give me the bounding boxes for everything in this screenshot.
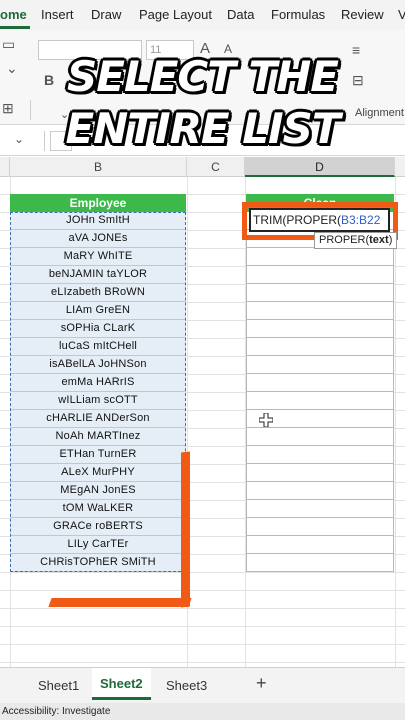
employee-cell[interactable]: beNJAMIN taYLOR: [10, 266, 186, 284]
clean-cell[interactable]: [246, 284, 394, 302]
employee-cell[interactable]: sOPHia CLarK: [10, 320, 186, 338]
sheet-tab-3[interactable]: Sheet3: [166, 678, 207, 693]
clean-cell[interactable]: [246, 554, 394, 572]
employee-cell[interactable]: CHRisTOPhER SMiTH: [10, 554, 186, 572]
tab-review[interactable]: Review: [341, 7, 384, 22]
paste-icon[interactable]: ▭: [2, 36, 15, 53]
tab-view[interactable]: V: [398, 7, 405, 22]
active-tab-indicator: [0, 26, 30, 29]
employee-cell[interactable]: aVA JONEs: [10, 230, 186, 248]
tooltip-function: PROPER(: [319, 234, 370, 246]
clean-cell[interactable]: [246, 482, 394, 500]
column-header-row: B C D: [0, 157, 405, 177]
column-header-e[interactable]: [395, 157, 405, 177]
tab-insert[interactable]: Insert: [41, 7, 74, 22]
column-header-b[interactable]: B: [10, 157, 187, 177]
clean-cell[interactable]: [246, 518, 394, 536]
tab-home[interactable]: ome: [0, 7, 27, 22]
gridline: [395, 177, 396, 667]
tab-formulas[interactable]: Formulas: [271, 7, 325, 22]
formula-edit-cell[interactable]: TRIM(PROPER(B3:B22: [249, 208, 390, 232]
employee-cell[interactable]: ETHan TurnER: [10, 446, 186, 464]
sheet-tab-2[interactable]: Sheet2: [92, 668, 151, 700]
formula-range-ref: B3:B22: [341, 213, 381, 227]
tab-page-layout[interactable]: Page Layout: [139, 7, 212, 22]
ribbon-tab-bar: ome Insert Draw Page Layout Data Formula…: [0, 0, 405, 30]
employee-cell[interactable]: JOHn SmItH: [10, 212, 186, 230]
clean-cell[interactable]: [246, 536, 394, 554]
sheet-tab-1[interactable]: Sheet1: [38, 678, 79, 693]
clean-cell[interactable]: [246, 428, 394, 446]
employee-cell[interactable]: eLIzabeth BRoWN: [10, 284, 186, 302]
headline-line-1: SELECT THE: [67, 52, 339, 101]
clean-cell[interactable]: [246, 338, 394, 356]
tab-data[interactable]: Data: [227, 7, 254, 22]
clean-cell[interactable]: [246, 320, 394, 338]
employee-cell[interactable]: MaRY WhITE: [10, 248, 186, 266]
employee-cell[interactable]: cHARLIE ANDerSon: [10, 410, 186, 428]
headline-line-2: ENTIRE LIST: [65, 104, 340, 153]
employee-cell[interactable]: LILy CarTEr: [10, 536, 186, 554]
employee-cell[interactable]: MEgAN JonES: [10, 482, 186, 500]
column-header-d[interactable]: D: [245, 157, 395, 177]
column-header-c[interactable]: C: [187, 157, 245, 177]
clean-cell[interactable]: [246, 248, 394, 266]
sheet-tab-bar: Sheet1 Sheet2 Sheet3 +: [0, 667, 405, 703]
add-sheet-button[interactable]: +: [256, 673, 267, 694]
employee-cell[interactable]: emMa HARrIS: [10, 374, 186, 392]
tooltip-close-paren: ): [388, 234, 393, 246]
annotation-bracket-vertical: [181, 451, 190, 608]
clean-cell[interactable]: [246, 392, 394, 410]
employee-cell[interactable]: isABelLA JoHNSon: [10, 356, 186, 374]
employee-cell[interactable]: ALeX MurPHY: [10, 464, 186, 482]
employee-cell[interactable]: wILLiam scOTT: [10, 392, 186, 410]
employee-cell[interactable]: tOM WaLKER: [10, 500, 186, 518]
employee-cell[interactable]: luCaS mItCHell: [10, 338, 186, 356]
employee-cell[interactable]: LIAm GreEN: [10, 302, 186, 320]
function-tooltip[interactable]: PROPER(text): [314, 232, 398, 249]
clean-cell[interactable]: [246, 356, 394, 374]
clean-cell[interactable]: [246, 302, 394, 320]
status-bar: Accessibility: Investigate: [0, 703, 405, 720]
clean-cell[interactable]: [246, 500, 394, 518]
clean-cell[interactable]: [246, 266, 394, 284]
employee-cell[interactable]: GRACe roBERTS: [10, 518, 186, 536]
clean-cell[interactable]: [246, 446, 394, 464]
clean-cell[interactable]: [246, 374, 394, 392]
column-header-a[interactable]: [0, 157, 10, 177]
employee-cell[interactable]: NoAh MARTInez: [10, 428, 186, 446]
employee-header-cell[interactable]: Employee: [10, 194, 186, 212]
tab-draw[interactable]: Draw: [91, 7, 121, 22]
annotation-bracket-horizontal: [48, 598, 192, 607]
cell-cursor-icon: [259, 413, 273, 427]
clean-list: [246, 212, 394, 572]
clean-cell[interactable]: [246, 464, 394, 482]
employee-list: JOHn SmItH aVA JONEs MaRY WhITE beNJAMIN ta…: [10, 212, 186, 572]
tooltip-argument: text: [369, 234, 389, 246]
formula-text: TRIM(PROPER(: [253, 213, 341, 227]
